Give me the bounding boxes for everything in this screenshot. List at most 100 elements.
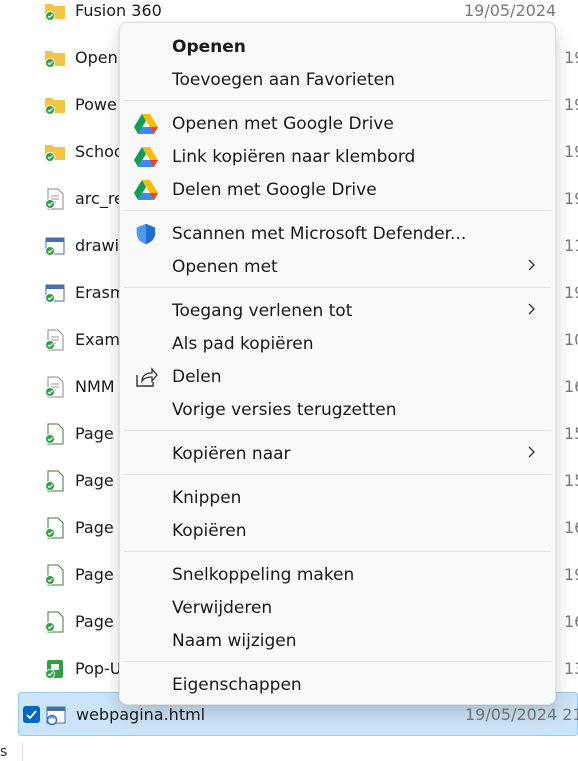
file-name: Page xyxy=(75,470,114,490)
menu-label: Scannen met Microsoft Defender... xyxy=(172,223,467,244)
menu-item-open[interactable]: Openen xyxy=(120,30,555,63)
google-drive-icon xyxy=(134,147,158,167)
file-icon xyxy=(45,470,64,492)
file-icon xyxy=(45,611,64,633)
row-checkbox[interactable] xyxy=(23,706,40,723)
menu-separator xyxy=(124,661,551,662)
menu-item-create-shortcut[interactable]: Snelkoppeling maken xyxy=(120,558,555,591)
file-name: NMM xyxy=(75,376,115,396)
file-icon xyxy=(45,660,63,679)
menu-label: Openen met Google Drive xyxy=(172,113,394,134)
html-file-icon xyxy=(45,237,65,256)
menu-label: Toegang verlenen tot xyxy=(172,300,353,321)
defender-shield-icon xyxy=(136,223,156,245)
file-name: Page xyxy=(75,611,114,631)
file-name: Powe xyxy=(75,94,117,114)
file-date: 19/05/2024 21 xyxy=(465,704,578,724)
file-name: Open xyxy=(75,47,118,67)
menu-item-delete[interactable]: Verwijderen xyxy=(120,591,555,624)
menu-label: Naam wijzigen xyxy=(172,630,297,651)
chevron-right-icon xyxy=(528,303,535,315)
file-date-stub: 13 xyxy=(564,658,578,678)
share-icon xyxy=(136,367,158,387)
menu-separator xyxy=(124,100,551,101)
menu-item-copy-link[interactable]: Link kopiëren naar klembord xyxy=(120,140,555,173)
folder-icon xyxy=(45,98,65,115)
file-icon xyxy=(45,376,64,398)
google-drive-icon xyxy=(134,114,158,134)
file-name: Schoo xyxy=(75,141,124,161)
html-file-icon xyxy=(45,284,65,303)
status-bar-text: s xyxy=(0,744,8,760)
file-date-stub: 19 xyxy=(564,94,578,114)
file-date-stub: 16 xyxy=(564,517,578,537)
file-name: Erasm xyxy=(75,282,126,302)
file-name: Exam xyxy=(75,329,120,349)
file-icon xyxy=(45,517,64,539)
file-name: Pop-U xyxy=(75,658,122,678)
menu-label: Vorige versies terugzetten xyxy=(172,399,397,420)
menu-label: Knippen xyxy=(172,487,242,508)
menu-item-share-drive[interactable]: Delen met Google Drive xyxy=(120,173,555,206)
menu-separator xyxy=(124,551,551,552)
menu-item-restore-versions[interactable]: Vorige versies terugzetten xyxy=(120,393,555,426)
file-name: webpagina.html xyxy=(76,704,206,724)
file-date-stub: 16 xyxy=(564,611,578,631)
chevron-right-icon xyxy=(528,446,535,458)
menu-label: Openen xyxy=(172,36,246,57)
menu-separator xyxy=(124,430,551,431)
folder-icon xyxy=(45,145,65,162)
menu-separator xyxy=(124,474,551,475)
menu-separator xyxy=(124,210,551,211)
file-name: Page xyxy=(75,564,114,584)
context-menu: Openen Toevoegen aan Favorieten Openen m… xyxy=(119,22,556,705)
menu-item-copy-to[interactable]: Kopiëren naar xyxy=(120,437,555,470)
chevron-right-icon xyxy=(528,259,535,271)
menu-label: Kopiëren xyxy=(172,520,247,541)
file-date-stub: 19 xyxy=(564,188,578,208)
menu-item-properties[interactable]: Eigenschappen xyxy=(120,668,555,701)
file-date-stub: 15 xyxy=(564,470,578,490)
file-date-stub: 19 xyxy=(564,282,578,302)
file-date-stub: 16 xyxy=(564,376,578,396)
check-icon xyxy=(26,710,37,720)
html-file-icon xyxy=(46,706,66,726)
file-icon xyxy=(45,329,64,351)
file-date: 19/05/2024 xyxy=(464,0,557,20)
file-name: drawi xyxy=(75,235,120,255)
menu-label: Delen met Google Drive xyxy=(172,179,377,200)
file-icon xyxy=(45,564,64,586)
menu-item-rename[interactable]: Naam wijzigen xyxy=(120,624,555,657)
file-name: Fusion 360 xyxy=(75,0,162,20)
file-date-stub: 19 xyxy=(564,141,578,161)
menu-label: Link kopiëren naar klembord xyxy=(172,146,416,167)
file-date-stub: 19 xyxy=(564,564,578,584)
google-drive-icon xyxy=(134,180,158,200)
file-date-stub: 15 xyxy=(564,423,578,443)
menu-label: Toevoegen aan Favorieten xyxy=(172,69,395,90)
menu-label: Snelkoppeling maken xyxy=(172,564,355,585)
menu-item-add-favorites[interactable]: Toevoegen aan Favorieten xyxy=(120,63,555,96)
folder-icon xyxy=(45,51,65,68)
file-name: Page xyxy=(75,423,114,443)
menu-label: Delen xyxy=(172,366,222,387)
menu-item-copy[interactable]: Kopiëren xyxy=(120,514,555,547)
menu-item-scan-defender[interactable]: Scannen met Microsoft Defender... xyxy=(120,217,555,250)
status-divider xyxy=(22,742,23,761)
file-name: Page xyxy=(75,517,114,537)
menu-label: Kopiëren naar xyxy=(172,443,291,464)
file-date-stub: 19 xyxy=(564,47,578,67)
menu-item-open-google-drive[interactable]: Openen met Google Drive xyxy=(120,107,555,140)
file-date-stub: 10 xyxy=(564,329,578,349)
menu-item-share[interactable]: Delen xyxy=(120,360,555,393)
menu-item-copy-path[interactable]: Als pad kopiëren xyxy=(120,327,555,360)
menu-separator xyxy=(124,287,551,288)
file-date-stub: 11 xyxy=(564,235,578,255)
menu-item-grant-access[interactable]: Toegang verlenen tot xyxy=(120,294,555,327)
menu-label: Eigenschappen xyxy=(172,674,302,695)
menu-label: Openen met xyxy=(172,256,278,277)
menu-item-cut[interactable]: Knippen xyxy=(120,481,555,514)
folder-icon xyxy=(45,4,65,21)
file-icon xyxy=(45,188,64,210)
menu-item-open-with[interactable]: Openen met xyxy=(120,250,555,283)
